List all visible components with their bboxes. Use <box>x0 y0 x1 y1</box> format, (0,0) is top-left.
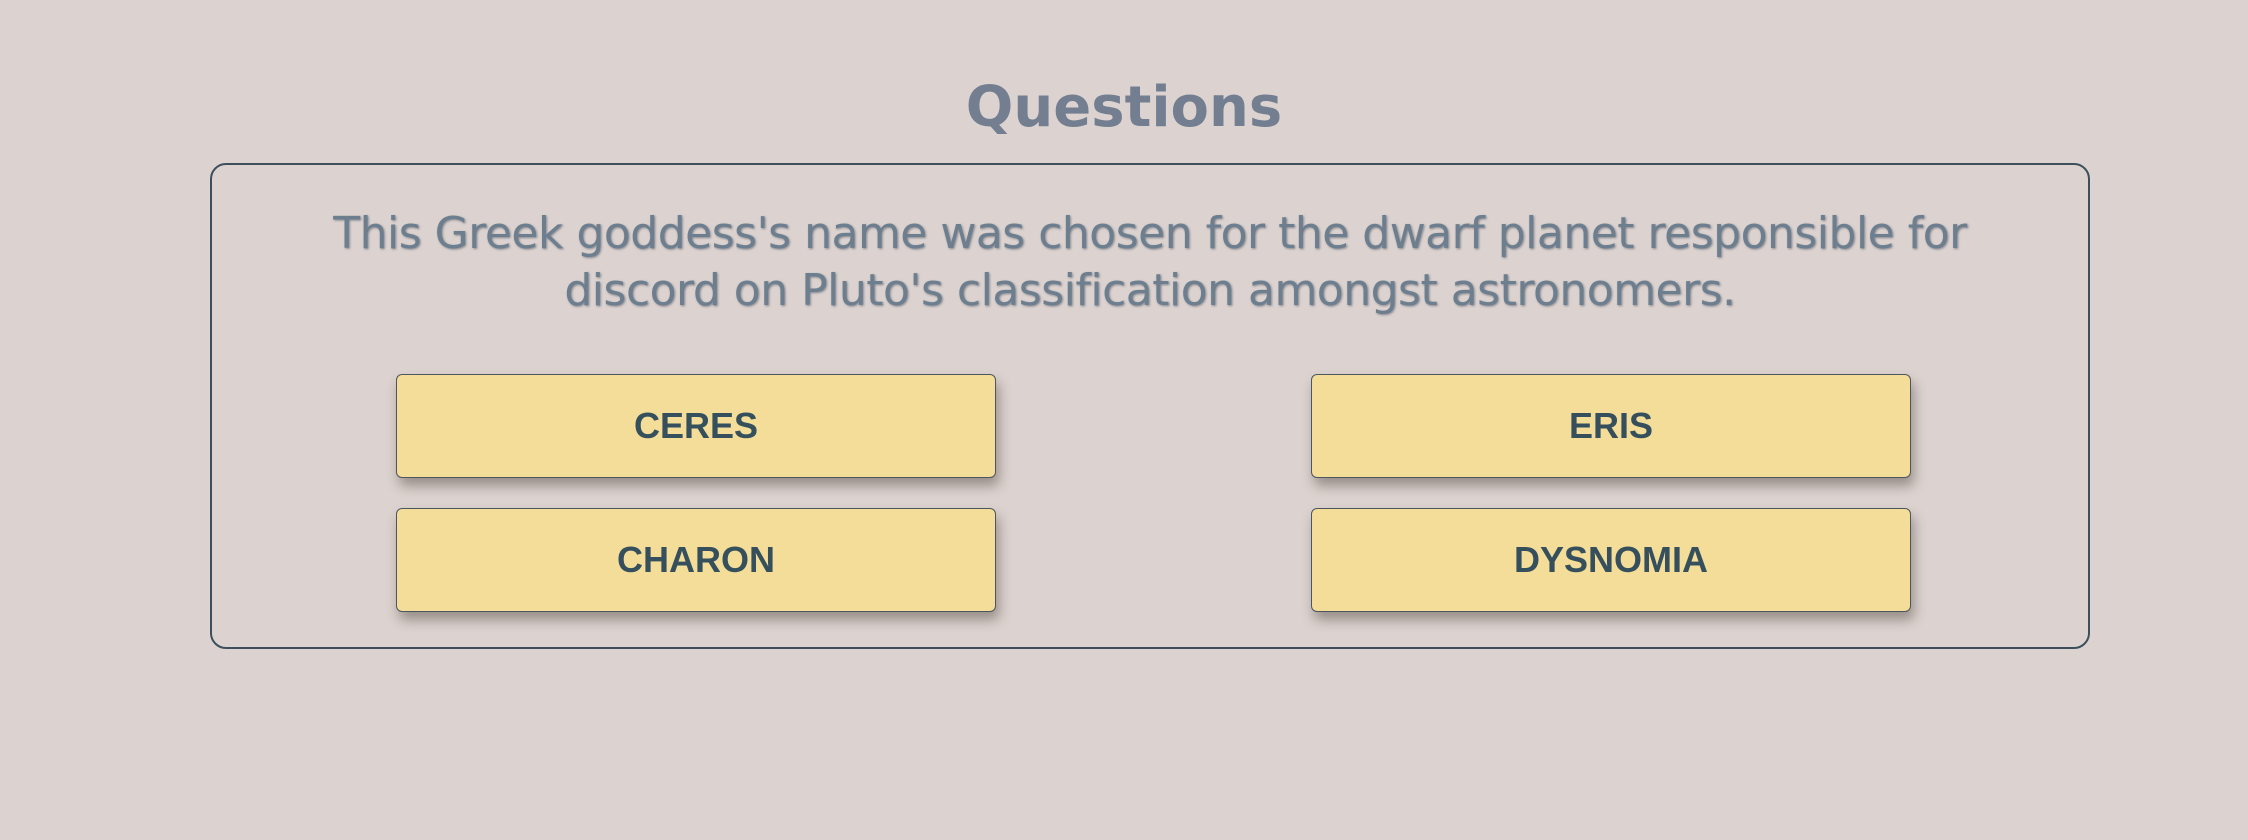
answer-button-charon[interactable]: CHARON <box>396 508 996 612</box>
answer-button-ceres[interactable]: CERES <box>396 374 996 478</box>
question-card: This Greek goddess's name was chosen for… <box>210 163 2090 649</box>
page-title: Questions <box>965 75 1283 140</box>
question-text: This Greek goddess's name was chosen for… <box>333 208 1967 316</box>
answer-button-dysnomia[interactable]: DYSNOMIA <box>1311 508 1911 612</box>
answer-button-eris[interactable]: ERIS <box>1311 374 1911 478</box>
